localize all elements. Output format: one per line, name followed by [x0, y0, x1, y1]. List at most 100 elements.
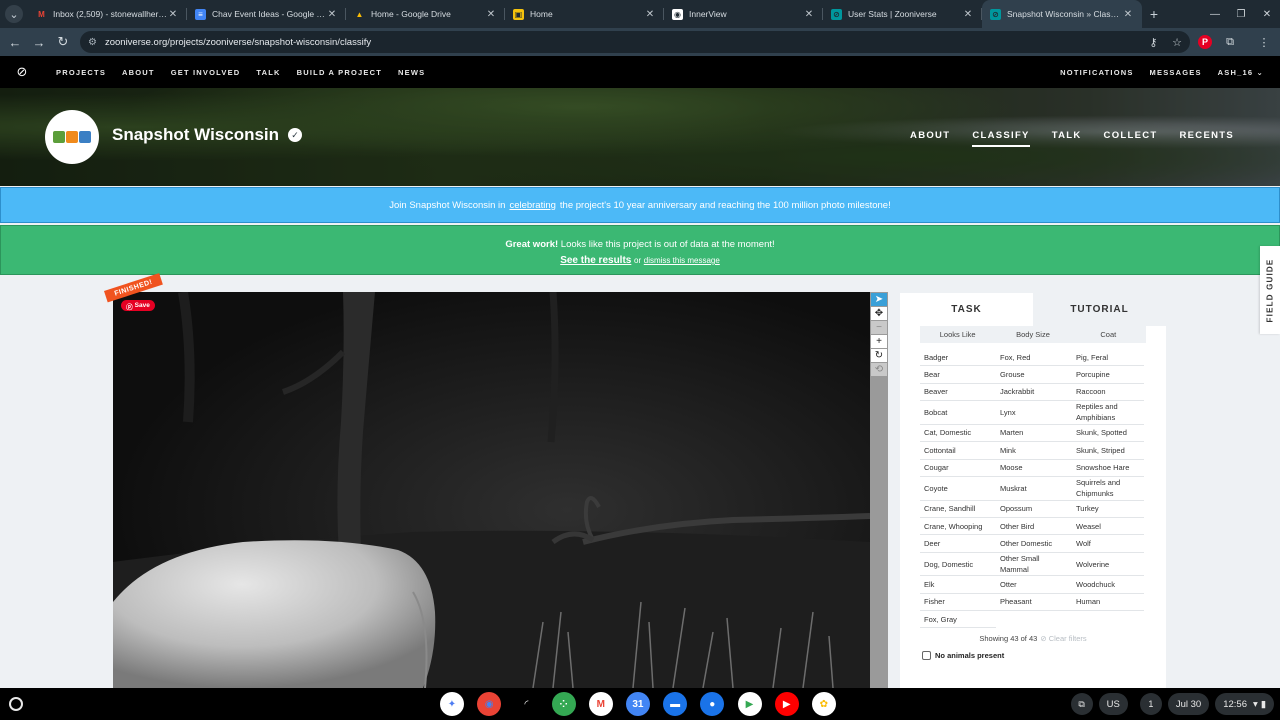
species-choice[interactable]: Badger: [920, 349, 996, 367]
pinterest-save-button[interactable]: ⓟ Save: [121, 300, 155, 311]
species-choice[interactable]: Grouse: [996, 366, 1072, 384]
species-choice[interactable]: Raccoon: [1072, 384, 1144, 402]
launcher-icon[interactable]: [9, 697, 23, 711]
close-window-icon[interactable]: ✕: [1254, 9, 1280, 20]
gmail-icon[interactable]: M: [588, 692, 613, 716]
browser-tab[interactable]: ▣ Home ✕: [505, 0, 664, 28]
password-key-icon[interactable]: ⚷: [1149, 37, 1157, 49]
user-menu[interactable]: ASH_16 ⌄: [1218, 68, 1264, 77]
zoo-nav-talk[interactable]: TALK: [256, 68, 280, 77]
tab-task[interactable]: TASK: [900, 293, 1033, 326]
celebrating-link[interactable]: celebrating: [509, 200, 555, 211]
species-choice[interactable]: Weasel: [1072, 518, 1144, 536]
clock-status-area[interactable]: 12:56 ▾ ▮: [1215, 693, 1274, 715]
site-settings-icon[interactable]: ⚙: [88, 37, 97, 48]
species-choice[interactable]: Other Domestic: [996, 535, 1072, 553]
project-avatar[interactable]: [45, 110, 99, 164]
species-choice[interactable]: Pig, Feral: [1072, 349, 1144, 367]
species-choice[interactable]: Pheasant: [996, 594, 1072, 612]
minimize-icon[interactable]: —: [1202, 9, 1228, 20]
species-choice[interactable]: Other Small Mammal: [996, 553, 1072, 577]
extensions-icon[interactable]: ⧉: [1222, 32, 1238, 52]
species-choice[interactable]: Crane, Sandhill: [920, 501, 996, 518]
project-nav-recents[interactable]: RECENTS: [1180, 130, 1235, 147]
messages-link[interactable]: MESSAGES: [1150, 68, 1202, 77]
species-choice[interactable]: Elk: [920, 576, 996, 594]
browser-tab[interactable]: ◉ InnerView ✕: [664, 0, 823, 28]
reload-icon[interactable]: ↻: [51, 34, 75, 50]
back-icon[interactable]: ←: [3, 35, 27, 50]
field-guide-tab[interactable]: FIELD GUIDE: [1260, 246, 1280, 334]
url-text[interactable]: zooniverse.org/projects/zooniverse/snaps…: [105, 37, 1137, 48]
play-store-icon[interactable]: ▶: [737, 692, 762, 716]
subject-image[interactable]: [113, 292, 870, 688]
new-tab-button[interactable]: +: [1142, 6, 1166, 22]
species-choice[interactable]: Porcupine: [1072, 366, 1144, 384]
species-choice[interactable]: Wolf: [1072, 535, 1144, 553]
filter-looks-like[interactable]: Looks Like: [920, 326, 995, 343]
zoo-nav-build-a-project[interactable]: BUILD A PROJECT: [297, 68, 382, 77]
project-title-text[interactable]: Snapshot Wisconsin: [112, 125, 279, 145]
species-choice[interactable]: Opossum: [996, 501, 1072, 518]
project-nav-collect[interactable]: COLLECT: [1104, 130, 1158, 147]
calendar-icon[interactable]: 31: [625, 692, 650, 716]
browser-tab[interactable]: ⊘ Snapshot Wisconsin » Classify ✕: [982, 0, 1142, 28]
see-results-link[interactable]: See the results: [560, 255, 631, 266]
species-choice[interactable]: Fox, Red: [996, 349, 1072, 367]
zoo-nav-news[interactable]: NEWS: [398, 68, 425, 77]
restore-icon[interactable]: ❐: [1228, 9, 1254, 20]
tab-close-icon[interactable]: ✕: [644, 9, 656, 20]
pan-icon[interactable]: ✥: [871, 307, 887, 320]
pinterest-extension[interactable]: P: [1198, 32, 1212, 52]
species-choice[interactable]: Bobcat: [920, 401, 996, 425]
filter-body-size[interactable]: Body Size: [995, 326, 1070, 343]
species-choice[interactable]: Cat, Domestic: [920, 425, 996, 443]
apps-grid-icon[interactable]: ⁘: [551, 692, 576, 716]
project-nav-talk[interactable]: TALK: [1052, 130, 1082, 147]
species-choice[interactable]: Fisher: [920, 594, 996, 612]
species-choice[interactable]: Beaver: [920, 384, 996, 402]
species-choice[interactable]: Bear: [920, 366, 996, 384]
species-choice[interactable]: Cougar: [920, 460, 996, 477]
notifications-link[interactable]: NOTIFICATIONS: [1060, 68, 1133, 77]
species-choice[interactable]: Turkey: [1072, 501, 1144, 518]
species-choice[interactable]: Dog, Domestic: [920, 553, 996, 577]
species-choice[interactable]: Jackrabbit: [996, 384, 1072, 402]
tab-close-icon[interactable]: ✕: [962, 9, 974, 20]
input-method-indicator[interactable]: US: [1098, 693, 1128, 715]
species-choice[interactable]: Otter: [996, 576, 1072, 594]
chrome-icon[interactable]: ◉: [477, 692, 502, 716]
photos-icon[interactable]: ✿: [811, 692, 836, 716]
browser-tab[interactable]: ⊘ User Stats | Zooniverse ✕: [823, 0, 982, 28]
kebab-menu-icon[interactable]: ⋮: [1256, 32, 1272, 52]
zoo-nav-projects[interactable]: PROJECTS: [56, 68, 106, 77]
species-choice[interactable]: Deer: [920, 535, 996, 553]
bookmark-star-icon[interactable]: ☆: [1172, 37, 1182, 49]
species-choice[interactable]: Snowshoe Hare: [1072, 460, 1144, 477]
address-bar[interactable]: ⚙ zooniverse.org/projects/zooniverse/sna…: [80, 31, 1190, 53]
tab-close-icon[interactable]: ✕: [485, 9, 497, 20]
tab-tutorial[interactable]: TUTORIAL: [1033, 293, 1166, 326]
browser-tab[interactable]: M Inbox (2,509) - stonewallheroes ✕: [28, 0, 187, 28]
browser-tab[interactable]: ▲ Home - Google Drive ✕: [346, 0, 505, 28]
forward-icon[interactable]: →: [27, 35, 51, 50]
species-choice[interactable]: Lynx: [996, 401, 1072, 425]
species-choice[interactable]: Marten: [996, 425, 1072, 443]
species-choice[interactable]: Woodchuck: [1072, 576, 1144, 594]
species-choice[interactable]: Crane, Whooping: [920, 518, 996, 536]
checkbox-icon[interactable]: [922, 651, 931, 661]
browser-tab[interactable]: ≡ Chav Event Ideas - Google Docs ✕: [187, 0, 346, 28]
date-indicator[interactable]: Jul 30: [1167, 693, 1210, 715]
tab-close-icon[interactable]: ✕: [803, 9, 815, 20]
cast-icon[interactable]: ◜: [514, 692, 539, 716]
species-choice[interactable]: Skunk, Striped: [1072, 442, 1144, 460]
messages-icon[interactable]: ●: [700, 692, 725, 716]
species-choice[interactable]: Muskrat: [996, 477, 1072, 501]
species-choice[interactable]: Fox, Gray: [920, 611, 996, 629]
zooniverse-logo-icon[interactable]: ⊘: [12, 62, 32, 82]
project-nav-about[interactable]: ABOUT: [910, 130, 950, 147]
clear-filters-button[interactable]: ⊘ Clear filters: [1040, 634, 1086, 643]
filter-coat[interactable]: Coat: [1071, 326, 1146, 343]
zoo-nav-get-involved[interactable]: GET INVOLVED: [171, 68, 241, 77]
zoom-in-icon[interactable]: +: [871, 335, 887, 348]
